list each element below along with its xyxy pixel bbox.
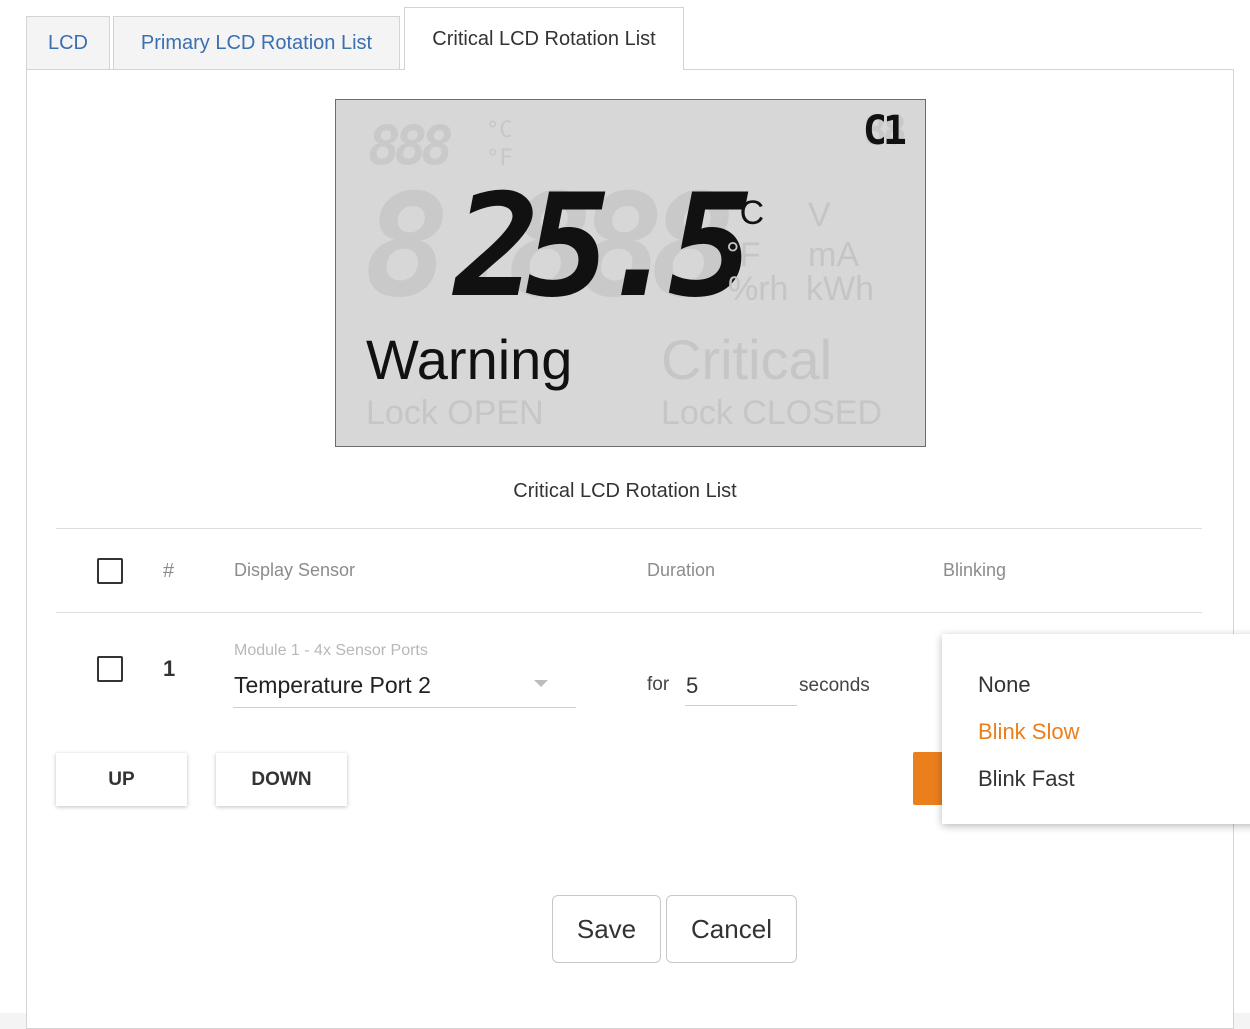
- tab-primary-lcd-rotation-list[interactable]: Primary LCD Rotation List: [113, 16, 400, 70]
- blinking-menu: None Blink Slow Blink Fast: [942, 634, 1250, 824]
- lcd-lock-closed-label: Lock CLOSED: [661, 394, 883, 432]
- lcd-critical-label: Critical: [661, 328, 833, 391]
- lcd-ghost-unit-rh: %rh: [728, 270, 789, 308]
- sensor-select-helper: Module 1 - 4x Sensor Ports: [234, 642, 428, 659]
- lcd-active-unit: °C: [726, 194, 765, 232]
- down-button[interactable]: DOWN: [216, 753, 347, 806]
- duration-seconds-label: seconds: [799, 675, 870, 696]
- tab-primary-label: Primary LCD Rotation List: [140, 32, 373, 54]
- sensor-select-value: Temperature Port 2: [234, 672, 431, 698]
- column-header-number: #: [163, 560, 175, 582]
- tab-lcd[interactable]: LCD: [26, 16, 110, 70]
- sensor-select[interactable]: Temperature Port 2: [233, 668, 576, 708]
- duration-for-label: for: [647, 674, 670, 695]
- lcd-small-unit-c: °C: [486, 118, 513, 143]
- lcd-ghost-unit-v: V: [808, 196, 831, 234]
- lcd-warning-label: Warning: [366, 328, 573, 391]
- chevron-down-icon: [534, 680, 548, 687]
- lcd-value: 25.5: [454, 164, 754, 329]
- column-header-duration: Duration: [647, 560, 716, 580]
- tab-critical-label: Critical LCD Rotation List: [432, 27, 656, 50]
- lcd-ghost-unit-kwh: kWh: [806, 270, 874, 308]
- row-number: 1: [163, 656, 176, 681]
- column-header-sensor: Display Sensor: [234, 560, 356, 580]
- header-bottom-rule: [56, 612, 1202, 613]
- lcd-preview: 888 °C °F 88 C1 8.888 25.5 °C °F %rh V m…: [335, 99, 926, 447]
- blinking-option-blink-slow[interactable]: Blink Slow: [978, 719, 1079, 745]
- tab-critical-lcd-rotation-list[interactable]: Critical LCD Rotation List: [404, 7, 684, 70]
- column-header-blinking: Blinking: [943, 560, 1007, 580]
- blinking-option-blink-fast[interactable]: Blink Fast: [978, 766, 1075, 792]
- page-canvas: LCD Primary LCD Rotation List Critical L…: [0, 0, 1250, 1029]
- up-button[interactable]: UP: [56, 753, 187, 806]
- cancel-button[interactable]: Cancel: [666, 895, 797, 963]
- tab-lcd-label: LCD: [47, 32, 88, 54]
- select-all-checkbox[interactable]: [97, 558, 123, 584]
- duration-input[interactable]: [685, 666, 797, 706]
- lcd-lock-open-label: Lock OPEN: [366, 394, 544, 432]
- save-button[interactable]: Save: [552, 895, 661, 963]
- blinking-option-none[interactable]: None: [978, 672, 1031, 698]
- row-checkbox[interactable]: [97, 656, 123, 682]
- header-top-rule: [56, 528, 1202, 529]
- lcd-corner-text: C1: [862, 108, 907, 154]
- list-caption: Critical LCD Rotation List: [513, 480, 737, 502]
